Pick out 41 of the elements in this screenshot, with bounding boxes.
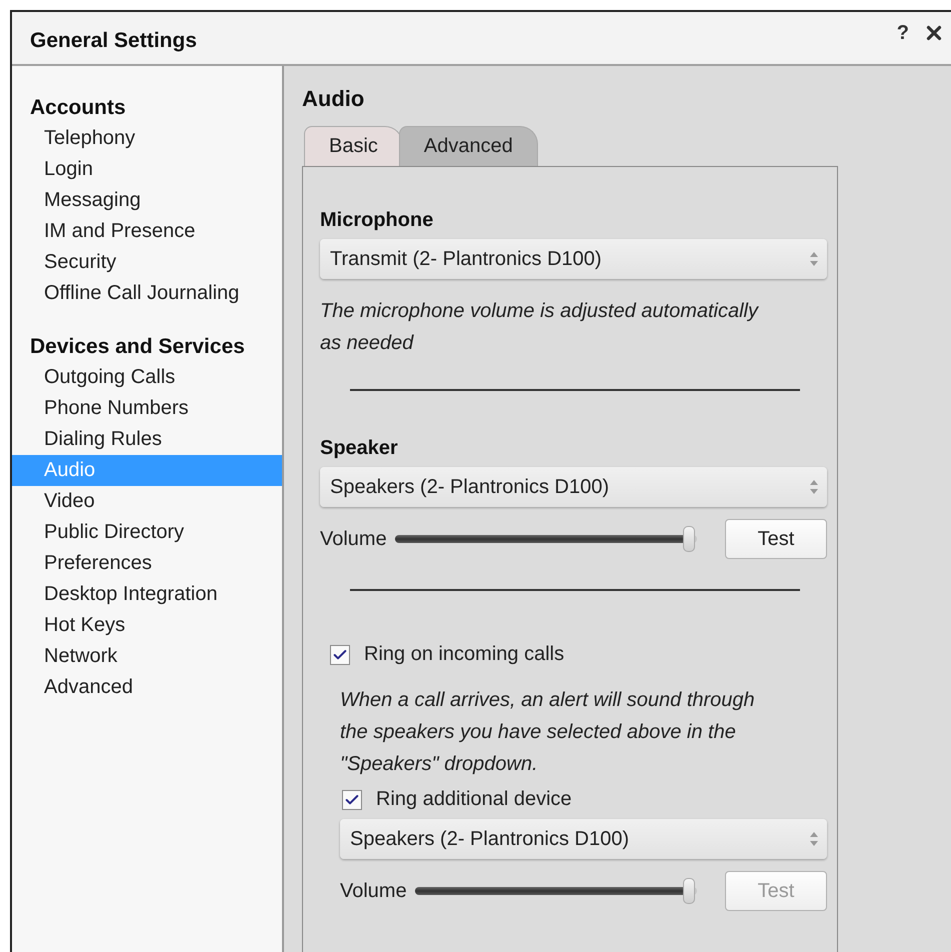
sidebar-item[interactable]: Messaging [12,185,282,216]
slider-thumb[interactable] [683,878,696,904]
dropdown[interactable]: Transmit (2- Plantronics D100) [320,239,827,279]
sidebar-item[interactable]: IM and Presence [12,216,282,247]
sidebar-item[interactable]: Desktop Integration [12,579,282,610]
help-button[interactable]: ? [896,22,909,44]
sidebar-item[interactable]: Public Directory [12,517,282,548]
section-heading: Speaker [320,436,399,461]
sidebar-item[interactable]: Preferences [12,548,282,579]
sidebar-item[interactable]: Security [12,247,282,278]
checkbox-label: Ring additional device [376,788,572,811]
slider-thumb[interactable] [682,526,695,552]
sidebar-heading: Devices and Services [29,334,246,360]
section-heading: Microphone [320,208,434,233]
sidebar-item[interactable]: Hot Keys [12,610,282,641]
sidebar-item[interactable]: Telephony [12,123,282,154]
sidebar-item[interactable]: Outgoing Calls [12,362,282,393]
updown-arrows-icon [809,831,819,847]
sidebar-item[interactable]: Advanced [12,672,282,703]
checkbox-label: Ring on incoming calls [364,643,564,666]
updown-arrows-icon [809,251,819,267]
updown-arrows-icon [809,479,819,495]
dropdown[interactable]: Speakers (2- Plantronics D100) [340,819,827,859]
note-text: The microphone volume is adjusted automatically as needed [320,299,760,356]
checkbox[interactable] [330,644,350,664]
sidebar-heading: Accounts [29,95,127,121]
sidebar-item[interactable]: Login [12,154,282,185]
test-button[interactable]: Test [725,519,827,559]
sidebar-item[interactable]: Network [12,641,282,672]
volume-label: Volume [320,528,387,550]
checkbox[interactable] [342,790,362,810]
tab[interactable]: Advanced [398,126,538,166]
volume-label: Volume [340,880,407,902]
sidebar-item[interactable]: Offline Call Journaling [12,278,282,309]
panel-title: Audio [302,86,366,112]
sidebar-item[interactable]: Phone Numbers [12,393,282,424]
sidebar-item[interactable]: Dialing Rules [12,424,282,455]
sidebar-item[interactable]: Video [12,486,282,517]
dropdown[interactable]: Speakers (2- Plantronics D100) [320,467,827,507]
window-title: General Settings [30,29,197,53]
note-text: When a call arrives, an alert will sound through the speakers you have selected above in the "Speakers" dropdown. [340,688,756,777]
